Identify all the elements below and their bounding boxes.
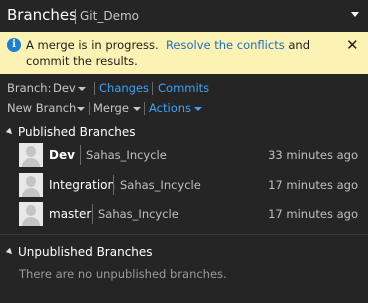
merge-button[interactable]: Merge xyxy=(93,101,129,115)
branch-dropdown[interactable]: Dev xyxy=(53,81,76,95)
close-icon[interactable]: ✕ xyxy=(346,36,359,54)
branch-row-integration[interactable]: Integration Sahas_Incycle 17 minutes ago xyxy=(0,171,368,199)
branch-author: Sahas_Incycle xyxy=(86,148,167,162)
branch-time: 17 minutes ago xyxy=(268,178,358,192)
expand-triangle-icon[interactable] xyxy=(5,247,15,257)
resolve-conflicts-link[interactable]: Resolve the conflicts xyxy=(166,38,285,52)
toolbar-divider xyxy=(89,102,90,115)
branch-label: Branch: xyxy=(7,81,52,95)
row-divider xyxy=(92,204,93,224)
panel-header: Branches Git_Demo xyxy=(0,0,368,32)
expand-triangle-icon[interactable] xyxy=(5,127,15,137)
branch-author: Sahas_Incycle xyxy=(98,207,179,221)
page-title: Branches xyxy=(7,6,77,24)
branch-time: 17 minutes ago xyxy=(268,207,358,221)
changes-link[interactable]: Changes xyxy=(99,81,149,95)
banner-message: A merge is in progress. Resolve the conf… xyxy=(26,37,336,69)
section-title: Published Branches xyxy=(18,125,136,139)
branch-author: Sahas_Incycle xyxy=(120,178,201,192)
toolbar-divider xyxy=(144,102,145,115)
actions-toolbar: New Branch Merge Actions xyxy=(0,99,368,117)
chevron-down-icon[interactable] xyxy=(194,107,202,111)
empty-state-message: There are no unpublished branches. xyxy=(19,267,227,281)
chevron-down-icon[interactable] xyxy=(78,87,86,91)
branch-name: master xyxy=(49,207,92,221)
repo-name: Git_Demo xyxy=(80,9,139,23)
merge-info-banner: i A merge is in progress. Resolve the co… xyxy=(0,32,368,74)
branch-time: 33 minutes ago xyxy=(268,148,358,162)
header-divider xyxy=(75,9,76,24)
branch-name: Dev xyxy=(49,148,75,162)
branch-name: Integration xyxy=(49,178,116,192)
chevron-down-icon[interactable] xyxy=(77,107,85,111)
chevron-down-icon[interactable] xyxy=(133,107,141,111)
branch-row-dev[interactable]: Dev Sahas_Incycle 33 minutes ago xyxy=(0,141,368,169)
published-branches-header[interactable]: Published Branches xyxy=(0,124,368,142)
unpublished-branches-header[interactable]: Unpublished Branches xyxy=(0,244,368,262)
branch-row-master[interactable]: master Sahas_Incycle 17 minutes ago xyxy=(0,200,368,228)
new-branch-button[interactable]: New Branch xyxy=(7,101,76,115)
avatar xyxy=(19,173,43,197)
panel-menu-dropdown-icon[interactable] xyxy=(351,12,359,17)
row-divider xyxy=(80,145,81,165)
section-divider xyxy=(0,234,368,235)
info-icon: i xyxy=(7,38,21,52)
avatar xyxy=(19,143,43,167)
row-divider xyxy=(113,175,114,195)
toolbar-divider xyxy=(152,82,153,95)
branch-toolbar: Branch: Dev Changes Commits xyxy=(0,79,368,97)
avatar xyxy=(19,202,43,226)
actions-menu[interactable]: Actions xyxy=(149,101,191,115)
section-title: Unpublished Branches xyxy=(18,245,153,259)
banner-text-before: A merge is in progress. xyxy=(26,38,159,52)
toolbar-divider xyxy=(94,82,95,95)
commits-link[interactable]: Commits xyxy=(158,81,209,95)
